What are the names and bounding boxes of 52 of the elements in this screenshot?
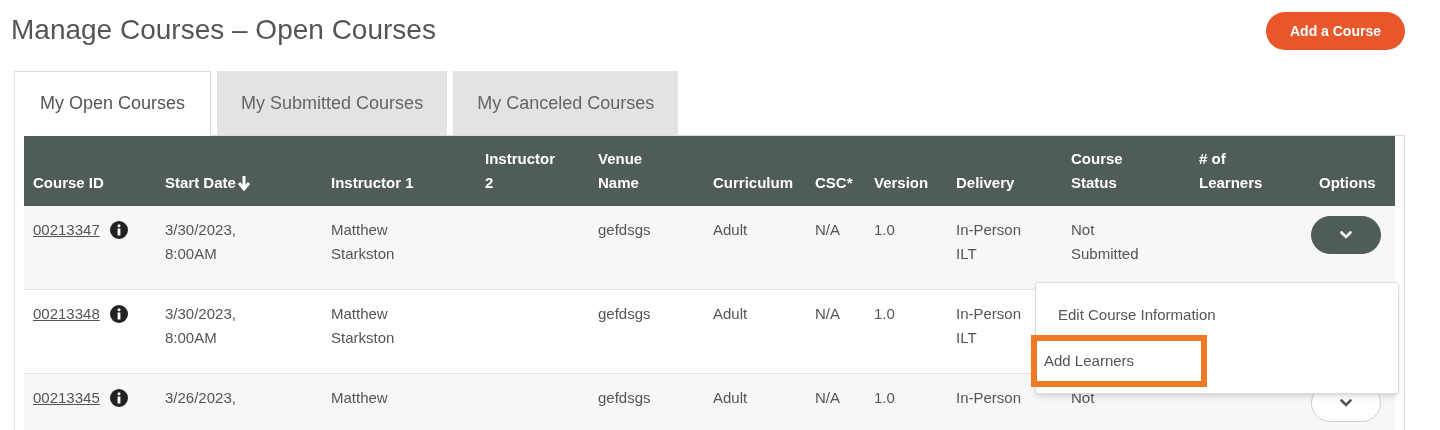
start-date: 3/30/2023, 8:00AM <box>165 304 237 348</box>
column-header[interactable]: Venue Name <box>598 147 658 195</box>
chevron-down-icon <box>1340 231 1352 239</box>
column-header[interactable]: CSC* <box>815 171 853 195</box>
version: 1.0 <box>874 388 895 408</box>
column-header[interactable]: Instructor 2 <box>485 147 555 195</box>
column-header[interactable]: Delivery <box>956 171 1015 195</box>
column-header[interactable]: Course Status <box>1071 147 1141 195</box>
column-header[interactable]: Version <box>874 171 929 195</box>
csc-value: N/A <box>815 388 840 408</box>
column-header[interactable]: # of Learners <box>1199 147 1289 195</box>
version: 1.0 <box>874 220 895 240</box>
csc-value: N/A <box>815 220 840 240</box>
menu-item[interactable]: Add Learners <box>1031 335 1207 387</box>
venue-name: gefdsgs <box>598 304 651 324</box>
venue-name: gefdsgs <box>598 388 651 408</box>
venue-name: gefdsgs <box>598 220 651 240</box>
chevron-down-icon <box>1340 399 1352 407</box>
course-id-link[interactable]: 00213347 <box>33 218 100 242</box>
instructor-name: Matthew Starkston <box>331 220 396 264</box>
delivery: In-Person ILT <box>956 304 1023 348</box>
curriculum: Adult <box>713 388 748 408</box>
delivery: In-Person ILT <box>956 220 1023 264</box>
course-status: Not <box>1071 388 1095 408</box>
curriculum: Adult <box>713 304 748 324</box>
course-id-link[interactable]: 00213348 <box>33 302 100 326</box>
column-header[interactable]: Start Date <box>165 171 251 195</box>
start-date: 3/30/2023, 8:00AM <box>165 220 237 264</box>
info-icon[interactable] <box>109 389 128 407</box>
version: 1.0 <box>874 304 895 324</box>
start-date: 3/26/2023, <box>165 388 236 408</box>
course-status: Not Submitted <box>1071 220 1140 264</box>
arrow-down-icon <box>236 175 251 191</box>
curriculum: Adult <box>713 220 748 240</box>
column-header[interactable]: Curriculum <box>713 171 793 195</box>
info-icon[interactable] <box>109 221 128 239</box>
menu-item[interactable]: Edit Course Information <box>1036 301 1238 329</box>
tab[interactable]: My Submitted Courses <box>217 71 448 135</box>
instructor-name: Matthew Starkston <box>331 304 396 348</box>
column-header[interactable]: Options <box>1319 171 1376 195</box>
tab[interactable]: My Canceled Courses <box>453 71 679 135</box>
instructor-name: Matthew <box>331 388 388 408</box>
course-id-link[interactable]: 00213345 <box>33 386 100 410</box>
delivery: In-Person <box>956 388 1022 408</box>
options-button[interactable] <box>1311 216 1381 254</box>
column-header[interactable]: Instructor 1 <box>331 171 414 195</box>
page-title: Manage Courses – Open Courses <box>11 13 436 47</box>
column-header[interactable]: Course ID <box>33 171 104 195</box>
tab[interactable]: My Open Courses <box>14 71 212 136</box>
csc-value: N/A <box>815 304 840 324</box>
add-course-button[interactable]: Add a Course <box>1266 12 1405 50</box>
info-icon[interactable] <box>109 305 128 323</box>
